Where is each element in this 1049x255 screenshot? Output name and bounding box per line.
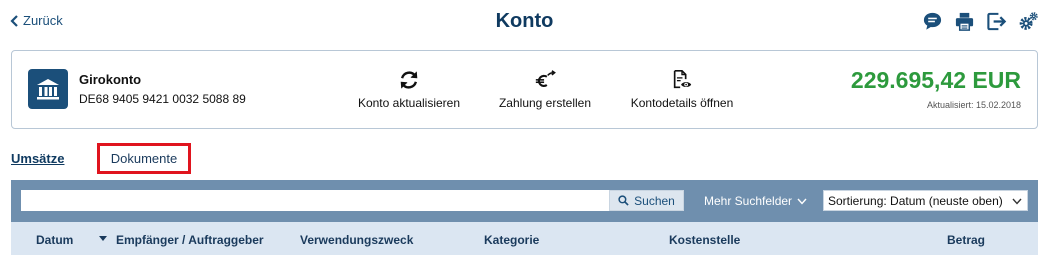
- sort-select[interactable]: Sortierung: Datum (neuste oben): [823, 190, 1028, 211]
- chevron-down-icon: [797, 198, 807, 205]
- bank-icon: [28, 69, 68, 109]
- account-details-label: Kontodetails öffnen: [630, 96, 734, 110]
- more-search-fields-toggle[interactable]: Mehr Suchfelder: [704, 194, 807, 208]
- tab-umsaetze[interactable]: Umsätze: [11, 151, 64, 166]
- document-view-icon: [629, 67, 735, 93]
- column-header-verwendungszweck[interactable]: Verwendungszweck: [300, 233, 413, 247]
- column-header-datum[interactable]: Datum: [36, 233, 73, 247]
- account-card: Girokonto DE68 9405 9421 0032 5088 89 Ko…: [11, 50, 1038, 129]
- account-details-button[interactable]: Kontodetails öffnen: [629, 67, 735, 110]
- header-icon-group: [921, 10, 1039, 32]
- column-header-kostenstelle[interactable]: Kostenstelle: [669, 233, 740, 247]
- euro-transfer-icon: [496, 67, 594, 93]
- refresh-account-label: Konto aktualisieren: [357, 96, 461, 110]
- create-payment-button[interactable]: Zahlung erstellen: [496, 67, 594, 110]
- create-payment-label: Zahlung erstellen: [498, 96, 592, 110]
- chat-icon[interactable]: [921, 10, 943, 32]
- search-button-label: Suchen: [634, 193, 675, 208]
- top-bar: Zurück Konto: [0, 0, 1049, 44]
- account-name: Girokonto: [79, 72, 142, 87]
- chevron-down-icon: [1012, 198, 1022, 205]
- more-search-fields-label: Mehr Suchfelder: [704, 194, 793, 208]
- sort-select-value: Sortierung: Datum (neuste oben): [828, 193, 1003, 208]
- column-header-empfaenger[interactable]: Empfänger / Auftraggeber: [116, 233, 264, 247]
- account-balance: 229.695,42 EUR: [850, 67, 1021, 93]
- table-header: Datum Empfänger / Auftraggeber Verwendun…: [11, 222, 1038, 255]
- page-title: Konto: [495, 10, 554, 32]
- column-header-kategorie[interactable]: Kategorie: [484, 233, 539, 247]
- account-iban: DE68 9405 9421 0032 5088 89: [79, 92, 246, 106]
- search-button[interactable]: Suchen: [609, 190, 684, 211]
- balance-updated: Aktualisiert: 15.02.2018: [926, 100, 1021, 110]
- refresh-account-button[interactable]: Konto aktualisieren: [356, 67, 462, 110]
- search-input[interactable]: [21, 190, 609, 211]
- search-icon: [618, 195, 629, 206]
- tab-dokumente[interactable]: Dokumente: [97, 143, 191, 174]
- sort-descending-icon[interactable]: [99, 236, 107, 241]
- settings-icon[interactable]: [1017, 10, 1039, 32]
- print-icon[interactable]: [953, 10, 975, 32]
- column-header-betrag[interactable]: Betrag: [947, 233, 985, 247]
- refresh-icon: [356, 67, 462, 93]
- search-panel: Suchen Mehr Suchfelder Sortierung: Datum…: [11, 180, 1038, 222]
- tab-dokumente-label: Dokumente: [110, 151, 178, 166]
- logout-icon[interactable]: [985, 10, 1007, 32]
